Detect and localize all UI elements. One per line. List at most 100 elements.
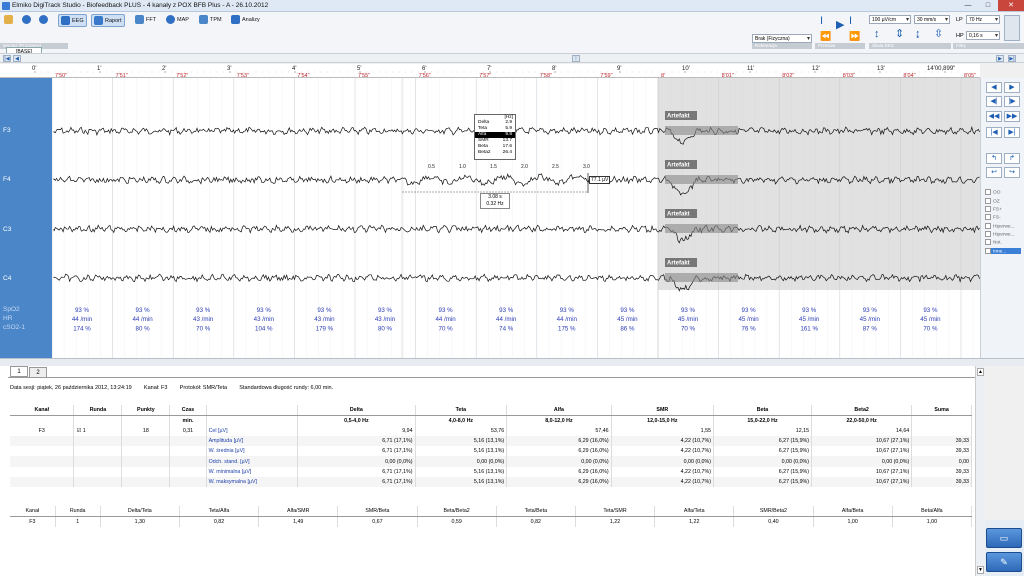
- filter-checkbox-fs-plus[interactable]: FS+: [985, 206, 1002, 212]
- nav-end-icon[interactable]: ▶|: [1004, 127, 1020, 138]
- play-icon[interactable]: ▶: [836, 20, 844, 31]
- scroll-left-icon[interactable]: ◀: [13, 55, 21, 62]
- filter-checkbox-hiperwe-2[interactable]: Hiperwe...: [985, 231, 1015, 237]
- nav-right-icon[interactable]: ▶: [1004, 82, 1020, 93]
- scroll-thumb[interactable]: ⁞: [572, 55, 580, 62]
- lp-select[interactable]: 70 Hz: [966, 15, 1000, 24]
- scroll-up-icon[interactable]: ▲: [977, 368, 984, 376]
- artefakt-label: Artefakt: [667, 261, 690, 267]
- nav-begin-icon[interactable]: |◀: [986, 127, 1002, 138]
- settings-button[interactable]: [39, 14, 50, 27]
- scroll-start-icon[interactable]: |◀: [3, 55, 11, 62]
- fft-button[interactable]: FFT: [135, 14, 156, 27]
- close-button[interactable]: ✕: [998, 0, 1024, 11]
- vital-value: 93 %: [742, 307, 757, 314]
- vital-value: 44 /min: [72, 316, 93, 323]
- filter-checkbox-oz[interactable]: OZ: [985, 198, 1000, 204]
- minimize-button[interactable]: —: [958, 0, 978, 11]
- filter-checkbox-inne[interactable]: Inne...: [985, 248, 1021, 255]
- table-cell: [10, 466, 75, 478]
- nav-page-left-icon[interactable]: ◀|: [986, 96, 1002, 107]
- artefakt-marker: [665, 224, 738, 233]
- time-tick-label: 9': [617, 66, 621, 72]
- table-cell: 0,31: [169, 425, 207, 436]
- time-tick-label: 11': [747, 66, 754, 72]
- raport-button[interactable]: Raport: [91, 14, 125, 27]
- time-tick-label: 6': [422, 66, 426, 72]
- analizy-button[interactable]: Analizy: [231, 14, 260, 27]
- table-cell: Beta2: [811, 405, 913, 416]
- eeg-button[interactable]: EEG: [58, 14, 87, 27]
- vital-value: 175 %: [558, 325, 576, 332]
- time-tick-label: 7': [487, 66, 491, 72]
- app-icon: [2, 2, 10, 10]
- time-tick-label: 1': [97, 66, 101, 72]
- step-icon[interactable]: ⏩: [849, 31, 860, 42]
- scale-range-icon[interactable]: ↨: [915, 29, 921, 40]
- table-cell: Alfa/Teta: [654, 506, 735, 517]
- nav-prev-mark-icon[interactable]: ◀◀: [986, 111, 1002, 122]
- nav-next-mark-icon[interactable]: ▶▶: [1004, 111, 1020, 122]
- report-scrollbar[interactable]: ▲ ▼: [975, 366, 985, 576]
- fft-icon: [135, 15, 144, 25]
- filter-checkbox-not[interactable]: Not.: [985, 239, 1002, 245]
- filter-options-button[interactable]: [1004, 15, 1020, 41]
- filter-checkbox-hiperwe-1[interactable]: Hiperwe...: [985, 223, 1015, 229]
- table-cell: 1,00: [813, 516, 893, 527]
- ruler-icon: ▭: [999, 533, 1009, 543]
- referencja-select[interactable]: Brak (Fizyczna): [752, 34, 812, 43]
- vital-label-hr: HR: [3, 315, 13, 322]
- scale-up-icon[interactable]: ↕: [874, 29, 880, 40]
- vital-value: 74 %: [499, 325, 514, 332]
- open-file-button[interactable]: [4, 14, 15, 27]
- filter-checkbox-oo[interactable]: OO: [985, 189, 1000, 195]
- mark-left-icon[interactable]: ↰: [986, 153, 1002, 164]
- filter-checkbox-fs-minus[interactable]: FS-: [985, 214, 1001, 220]
- jump-back-icon[interactable]: ↩: [986, 167, 1002, 178]
- rewind-icon[interactable]: ⏪: [820, 31, 831, 42]
- report-tab-1[interactable]: 1: [10, 366, 28, 377]
- speed-select[interactable]: 30 mm/s: [914, 15, 950, 24]
- hp-select[interactable]: 0,16 s: [966, 31, 1000, 40]
- table-cell: 10,67 (27,1%): [811, 466, 913, 478]
- channel-label-c4: C4: [3, 275, 12, 282]
- table-cell: 39,33: [911, 477, 972, 488]
- scale-down-icon[interactable]: ⇕: [895, 29, 904, 40]
- ruler-button[interactable]: ▭: [986, 528, 1022, 548]
- channel-label-c3: C3: [3, 226, 12, 233]
- table-cell: 5,16 (13,1%): [415, 477, 508, 488]
- jump-forward-icon[interactable]: ↪: [1004, 167, 1020, 178]
- sensitivity-select[interactable]: 100 µV/cm: [869, 15, 911, 24]
- popup-band: Beta2: [478, 150, 491, 155]
- nav-page-right-icon[interactable]: |▶: [1004, 96, 1020, 107]
- timeline-scrollbar[interactable]: |◀ ◀ ⁞ ▶ ▶|: [0, 53, 1024, 63]
- nav-left-icon[interactable]: ◀: [986, 82, 1002, 93]
- map-button[interactable]: MAP: [166, 14, 189, 27]
- scroll-down-icon[interactable]: ▼: [977, 566, 984, 574]
- scale-compress-icon[interactable]: ⇳: [934, 29, 943, 40]
- cursor-icon[interactable]: I: [820, 16, 823, 27]
- scroll-right-icon[interactable]: ▶: [996, 55, 1004, 62]
- edit-button[interactable]: ✎: [986, 552, 1022, 572]
- panel-splitter[interactable]: [0, 358, 1024, 366]
- scroll-end-icon[interactable]: ▶|: [1008, 55, 1016, 62]
- table-cell: 0,82: [496, 516, 576, 527]
- vital-value: 43 /min: [314, 316, 335, 323]
- mark-right-icon[interactable]: ↱: [1004, 153, 1020, 164]
- vital-value: 93 %: [439, 307, 454, 314]
- tpm-button[interactable]: TPM: [199, 14, 222, 27]
- vital-value: 104 %: [255, 325, 273, 332]
- table-cell: Alfa: [506, 405, 612, 416]
- maximize-button[interactable]: □: [978, 0, 998, 11]
- table-cell: 0,82: [179, 516, 260, 527]
- time-scale-ruler: 0' 1' 2' 3' 4' 5' 6' 7' 8' 9' 10' 11' 12' 13' 14'00,89…: [32, 66, 976, 78]
- table-cell: [10, 446, 75, 457]
- table-cell: 6,27 (15,9%): [713, 435, 813, 447]
- tpm-icon: [199, 15, 208, 25]
- table-cell: [121, 466, 171, 478]
- vital-value: 93 %: [317, 307, 332, 314]
- ratios-table: Kanał Runda Delta/Teta Teta/Alfa Alfa/SMR SMR…: [10, 506, 973, 527]
- step-up-icon[interactable]: I: [849, 16, 852, 27]
- view-button[interactable]: [22, 14, 33, 27]
- table-cell: 1,22: [654, 516, 735, 527]
